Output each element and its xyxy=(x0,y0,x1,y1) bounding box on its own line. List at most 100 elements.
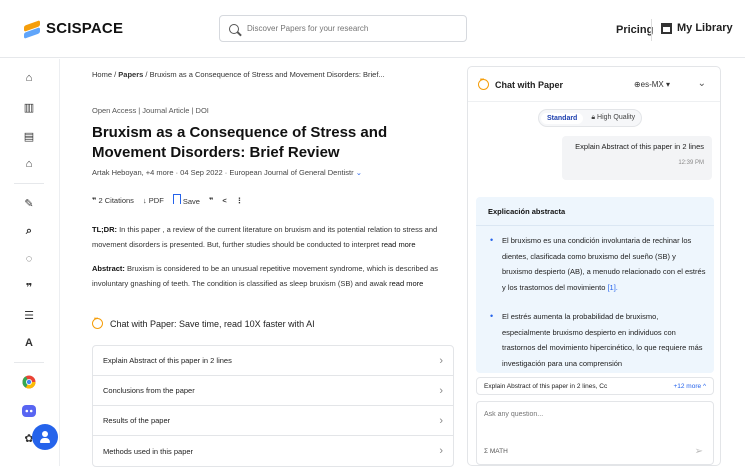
library-icon[interactable]: ▥ xyxy=(22,100,36,114)
save-button[interactable]: Save xyxy=(172,194,200,206)
share-button[interactable]: < xyxy=(222,196,226,205)
brand-logo[interactable]: SCISPACE xyxy=(24,20,123,37)
question-list: Explain Abstract of this paper in 2 line… xyxy=(92,345,454,467)
math-button[interactable]: Σ MATH xyxy=(484,448,508,455)
quote-icon[interactable]: ❞ xyxy=(22,280,36,294)
search-box[interactable] xyxy=(219,15,467,42)
translate-icon[interactable]: A xyxy=(22,336,36,350)
citation-link[interactable]: [1]. xyxy=(607,283,617,292)
chat-cta[interactable]: Chat with Paper: Save time, read 10X fas… xyxy=(92,316,315,329)
mode-standard[interactable]: Standard xyxy=(541,112,584,124)
lock-icon: 🔒︎ xyxy=(591,114,596,121)
cite-button[interactable]: ❞ xyxy=(209,196,213,205)
more-suggestions[interactable]: +12 more ^ xyxy=(673,383,706,390)
citations-button[interactable]: ❞ 2 Citations xyxy=(92,196,134,205)
ask-input[interactable] xyxy=(484,411,684,418)
list-item[interactable]: Results of the paper › xyxy=(93,406,453,436)
ask-box: Σ MATH ➢ xyxy=(476,401,714,465)
chevron-right-icon: › xyxy=(439,414,443,427)
language-select[interactable]: ⊕es-MX ▾ xyxy=(634,80,670,89)
chat-bubble-icon xyxy=(478,77,489,90)
search-input[interactable] xyxy=(247,24,447,33)
rail-divider xyxy=(14,183,44,184)
globe-icon: ⊕ xyxy=(633,80,641,89)
answer-bullet: El bruxismo es una condición involuntari… xyxy=(488,233,706,295)
tldr-section: TL;DR: In this paper , a review of the c… xyxy=(92,222,460,252)
question-label: Results of the paper xyxy=(103,416,171,425)
authors-text: Artak Heboyan, +4 more · 04 Sep 2022 · E… xyxy=(92,168,354,177)
answer-divider xyxy=(476,225,714,226)
message-timestamp: 12:39 PM xyxy=(678,160,704,166)
user-message: Explain Abstract of this paper in 2 line… xyxy=(562,136,712,180)
question-label: Conclusions from the paper xyxy=(103,386,195,395)
mode-high-quality[interactable]: 🔒︎ High Quality xyxy=(587,112,639,124)
list-item[interactable]: Explain Abstract of this paper in 2 line… xyxy=(93,346,453,376)
mode-toggle: Standard 🔒︎ High Quality xyxy=(538,109,643,127)
left-rail: ⌂ ▥ ▤ ⌂ ✎ ⌕ ◌ ❞ ☰ A ✿ xyxy=(0,59,60,466)
graduation-icon[interactable]: ⌂ xyxy=(22,157,36,171)
rail-divider xyxy=(14,362,44,363)
scispace-logo-icon xyxy=(24,21,40,37)
answer-bullet: El estrés aumenta la probabilidad de bru… xyxy=(488,309,706,371)
more-suggestions-label: +12 more xyxy=(673,382,702,390)
chat-icon[interactable]: ◌ xyxy=(22,252,36,266)
header-divider xyxy=(651,19,652,41)
breadcrumb-papers[interactable]: Papers xyxy=(118,70,143,79)
pdf-button[interactable]: ↓ PDF xyxy=(143,196,164,205)
answer-title: Explicación abstracta xyxy=(488,207,566,216)
home-icon[interactable]: ⌂ xyxy=(22,71,36,85)
abstract-read-more[interactable]: read more xyxy=(389,279,423,288)
more-vertical-icon: ⋮ xyxy=(235,195,244,205)
save-label: Save xyxy=(182,197,200,206)
discord-icon[interactable] xyxy=(22,404,36,418)
question-label: Methods used in this paper xyxy=(103,446,194,456)
my-library-label: My Library xyxy=(677,22,733,34)
chat-panel-header: Chat with Paper xyxy=(478,77,564,90)
pricing-link[interactable]: Pricing xyxy=(616,24,653,36)
pen-icon[interactable]: ✎ xyxy=(22,196,36,210)
bookmark-icon xyxy=(172,194,181,204)
breadcrumb-home[interactable]: Home xyxy=(92,70,112,79)
chat-cta-text: Chat with Paper: Save time, read 10X fas… xyxy=(110,318,315,329)
question-label: Explain Abstract of this paper in 2 line… xyxy=(103,356,232,365)
suggested-question-text[interactable]: Explain Abstract of this paper in 2 line… xyxy=(484,383,607,390)
my-library-button[interactable]: My Library xyxy=(661,22,733,34)
pdf-label: PDF xyxy=(148,195,164,205)
bullet-text: El bruxismo es una condición involuntari… xyxy=(502,236,706,292)
share-icon: < xyxy=(222,195,227,205)
search-icon xyxy=(229,23,239,34)
chevron-right-icon: › xyxy=(439,354,443,367)
panel-divider xyxy=(468,101,720,102)
suggested-questions[interactable]: Explain Abstract of this paper in 2 line… xyxy=(476,377,714,395)
support-chat-button[interactable] xyxy=(32,424,58,450)
paper-title: Bruxism as a Consequence of Stress and M… xyxy=(92,124,388,161)
tldr-read-more[interactable]: read more xyxy=(381,240,415,249)
top-bar: SCISPACE Pricing My Library xyxy=(0,0,745,58)
sigma-icon: Σ xyxy=(484,448,489,455)
chevron-right-icon: › xyxy=(439,384,443,397)
mode-hq-label: High Quality xyxy=(597,114,636,121)
paper-authors: Artak Heboyan, +4 more · 04 Sep 2022 · E… xyxy=(92,168,362,177)
list-item[interactable]: Methods used in this paper › xyxy=(93,436,453,466)
chevron-down-icon[interactable]: ⌄ xyxy=(356,168,362,177)
notebook-icon[interactable]: ▤ xyxy=(22,129,36,143)
language-value: es-MX xyxy=(640,80,664,89)
list-item[interactable]: Conclusions from the paper › xyxy=(93,376,453,406)
download-icon: ↓ xyxy=(142,195,147,205)
chat-bubble-icon xyxy=(92,316,103,329)
user-message-text: Explain Abstract of this paper in 2 line… xyxy=(575,142,704,151)
abstract-label: Abstract: xyxy=(92,264,125,273)
chevron-up-icon: ^ xyxy=(702,382,706,390)
list-icon[interactable]: ☰ xyxy=(22,308,36,322)
search-icon[interactable]: ⌕ xyxy=(22,224,36,238)
chat-panel-title: Chat with Paper xyxy=(495,79,564,90)
paper-tags: Open Access | Journal Article | DOI xyxy=(92,106,209,115)
paper-actions: ❞ 2 Citations ↓ PDF Save ❞ < ⋮ xyxy=(92,194,243,206)
send-icon[interactable]: ➢ xyxy=(695,446,703,457)
chat-panel: Chat with Paper ⊕es-MX ▾ ⌄ Standard 🔒︎ H… xyxy=(467,66,721,466)
chrome-icon[interactable] xyxy=(22,375,36,389)
bullet-text: El estrés aumenta la probabilidad de bru… xyxy=(502,312,703,368)
breadcrumb: Home / Papers / Bruxism as a Consequence… xyxy=(92,70,385,79)
collapse-chevron-icon[interactable]: ⌄ xyxy=(698,78,706,89)
more-button[interactable]: ⋮ xyxy=(236,196,244,205)
